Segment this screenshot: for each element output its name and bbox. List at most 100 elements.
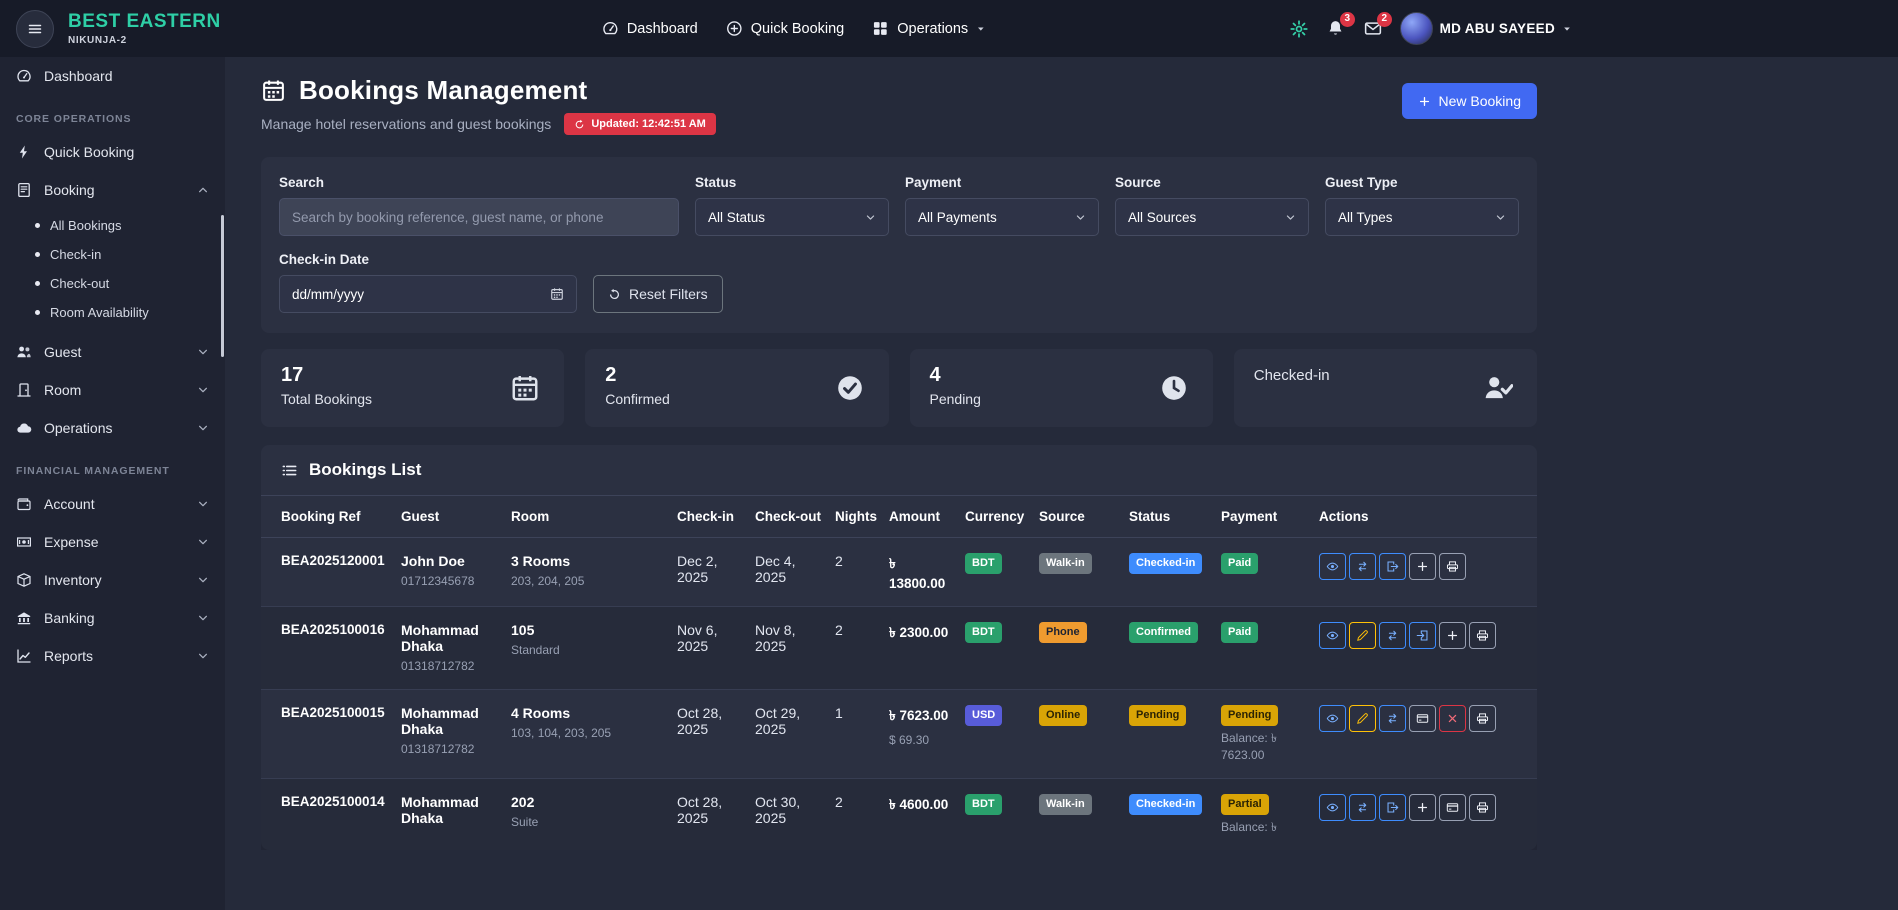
sidebar-item-inventory[interactable]: Inventory bbox=[0, 561, 225, 599]
swap-action-button[interactable] bbox=[1379, 622, 1406, 649]
notifications-button[interactable]: 3 bbox=[1326, 19, 1346, 39]
checkin-date-input[interactable]: dd/mm/yyyy bbox=[279, 275, 577, 313]
column-header-room[interactable]: Room bbox=[503, 496, 669, 538]
nav-link-label: Operations bbox=[897, 21, 968, 37]
messages-button[interactable]: 2 bbox=[1363, 19, 1383, 39]
room-name: 202 bbox=[511, 794, 661, 810]
sidebar-item-booking[interactable]: Booking bbox=[0, 171, 225, 209]
sidebar-item-reports[interactable]: Reports bbox=[0, 637, 225, 675]
nav-dashboard[interactable]: Dashboard bbox=[602, 20, 698, 37]
plus-action-button[interactable] bbox=[1409, 794, 1436, 821]
column-header-nights[interactable]: Nights bbox=[827, 496, 881, 538]
sidebar-item-label: Reports bbox=[44, 648, 185, 664]
status-select[interactable]: All Status bbox=[695, 198, 889, 236]
reset-icon bbox=[608, 288, 621, 301]
plus-action-button[interactable] bbox=[1409, 553, 1436, 580]
swap-action-button[interactable] bbox=[1349, 794, 1376, 821]
column-header-check-out[interactable]: Check-out bbox=[747, 496, 827, 538]
reset-filters-button[interactable]: Reset Filters bbox=[593, 275, 723, 313]
box-arrow-right-action-button[interactable] bbox=[1379, 794, 1406, 821]
sidebar-item-label: Operations bbox=[44, 420, 185, 436]
sidebar-item-account[interactable]: Account bbox=[0, 485, 225, 523]
sidebar-item-expense[interactable]: Expense bbox=[0, 523, 225, 561]
speedometer-icon bbox=[16, 68, 32, 84]
checkin-date: Dec 2, 2025 bbox=[669, 538, 747, 607]
settings-button[interactable] bbox=[1289, 19, 1309, 39]
guest-type-select[interactable]: All Types bbox=[1325, 198, 1519, 236]
eye-action-button[interactable] bbox=[1319, 794, 1346, 821]
column-header-booking-ref[interactable]: Booking Ref bbox=[261, 496, 393, 538]
nights: 1 bbox=[827, 690, 881, 779]
column-header-actions[interactable]: Actions bbox=[1311, 496, 1537, 538]
column-header-guest[interactable]: Guest bbox=[393, 496, 503, 538]
box-arrow-in-right-action-button[interactable] bbox=[1409, 622, 1436, 649]
printer-action-button[interactable] bbox=[1439, 553, 1466, 580]
eye-action-button[interactable] bbox=[1319, 553, 1346, 580]
printer-action-button[interactable] bbox=[1469, 622, 1496, 649]
sidebar-nav: DashboardCORE OPERATIONSQuick BookingBoo… bbox=[0, 57, 225, 675]
pencil-action-button[interactable] bbox=[1349, 705, 1376, 732]
pencil-action-button[interactable] bbox=[1349, 622, 1376, 649]
column-header-payment[interactable]: Payment bbox=[1213, 496, 1311, 538]
swap-action-button[interactable] bbox=[1349, 553, 1376, 580]
x-action-button[interactable] bbox=[1439, 705, 1466, 732]
column-header-source[interactable]: Source bbox=[1031, 496, 1121, 538]
guest-phone: 01318712782 bbox=[401, 741, 495, 757]
column-header-amount[interactable]: Amount bbox=[881, 496, 957, 538]
stat-card-total-bookings: 17Total Bookings bbox=[261, 349, 564, 427]
chevron-down-icon bbox=[197, 346, 209, 358]
chevron-down-icon bbox=[197, 498, 209, 510]
payment-select-value: All Payments bbox=[918, 210, 997, 225]
nav-quick-booking[interactable]: Quick Booking bbox=[726, 20, 845, 37]
column-header-check-in[interactable]: Check-in bbox=[669, 496, 747, 538]
source-select[interactable]: All Sources bbox=[1115, 198, 1309, 236]
brand[interactable]: BEST EASTERN NIKUNJA-2 bbox=[68, 11, 221, 46]
status-badge: Confirmed bbox=[1129, 622, 1198, 643]
updated-badge: Updated: 12:42:51 AM bbox=[564, 113, 716, 135]
credit-card-action-button[interactable] bbox=[1409, 705, 1436, 732]
sidebar-toggle-button[interactable] bbox=[16, 10, 54, 48]
search-input[interactable] bbox=[279, 198, 679, 236]
chevron-down-icon bbox=[197, 536, 209, 548]
box-arrow-right-action-button[interactable] bbox=[1379, 553, 1406, 580]
list-icon bbox=[281, 462, 298, 479]
sidebar-scrollbar[interactable] bbox=[221, 215, 224, 357]
payment-select[interactable]: All Payments bbox=[905, 198, 1099, 236]
sidebar-item-guest[interactable]: Guest bbox=[0, 333, 225, 371]
sidebar-subitem-all-bookings[interactable]: All Bookings bbox=[0, 211, 225, 240]
sidebar-item-quick-booking[interactable]: Quick Booking bbox=[0, 133, 225, 171]
graph-icon bbox=[16, 648, 32, 664]
sidebar-subitem-room-availability[interactable]: Room Availability bbox=[0, 298, 225, 327]
eye-action-button[interactable] bbox=[1319, 622, 1346, 649]
printer-action-button[interactable] bbox=[1469, 705, 1496, 732]
guest-type-label: Guest Type bbox=[1325, 175, 1519, 190]
sidebar-item-room[interactable]: Room bbox=[0, 371, 225, 409]
sidebar-item-operations[interactable]: Operations bbox=[0, 409, 225, 447]
stat-label: Total Bookings bbox=[281, 391, 544, 407]
guest-phone: 01318712782 bbox=[401, 658, 495, 674]
table-body: BEA2025120001John Doe017123456783 Rooms2… bbox=[261, 538, 1537, 851]
column-header-status[interactable]: Status bbox=[1121, 496, 1213, 538]
sidebar-item-banking[interactable]: Banking bbox=[0, 599, 225, 637]
credit-card-action-button[interactable] bbox=[1439, 794, 1466, 821]
plus-action-button[interactable] bbox=[1439, 622, 1466, 649]
chevron-up-icon bbox=[197, 184, 209, 196]
currency-badge: BDT bbox=[965, 622, 1002, 643]
swap-action-button[interactable] bbox=[1379, 705, 1406, 732]
sidebar-subitem-check-in[interactable]: Check-in bbox=[0, 240, 225, 269]
stat-label: Confirmed bbox=[605, 391, 868, 407]
new-booking-label: New Booking bbox=[1439, 93, 1522, 109]
new-booking-button[interactable]: New Booking bbox=[1402, 83, 1538, 119]
guest-name: Mohammad Dhaka bbox=[401, 622, 495, 654]
nav-operations[interactable]: Operations bbox=[872, 20, 986, 37]
sidebar-item-label: Expense bbox=[44, 534, 185, 550]
eye-action-button[interactable] bbox=[1319, 705, 1346, 732]
source-select-value: All Sources bbox=[1128, 210, 1196, 225]
sidebar-item-dashboard[interactable]: Dashboard bbox=[0, 57, 225, 95]
user-menu[interactable]: MD ABU SAYEED bbox=[1400, 12, 1572, 45]
sidebar-subitem-check-out[interactable]: Check-out bbox=[0, 269, 225, 298]
printer-action-button[interactable] bbox=[1469, 794, 1496, 821]
column-header-currency[interactable]: Currency bbox=[957, 496, 1031, 538]
amount: ৳ 4600.00 bbox=[889, 794, 949, 817]
bullet-icon bbox=[35, 281, 40, 286]
